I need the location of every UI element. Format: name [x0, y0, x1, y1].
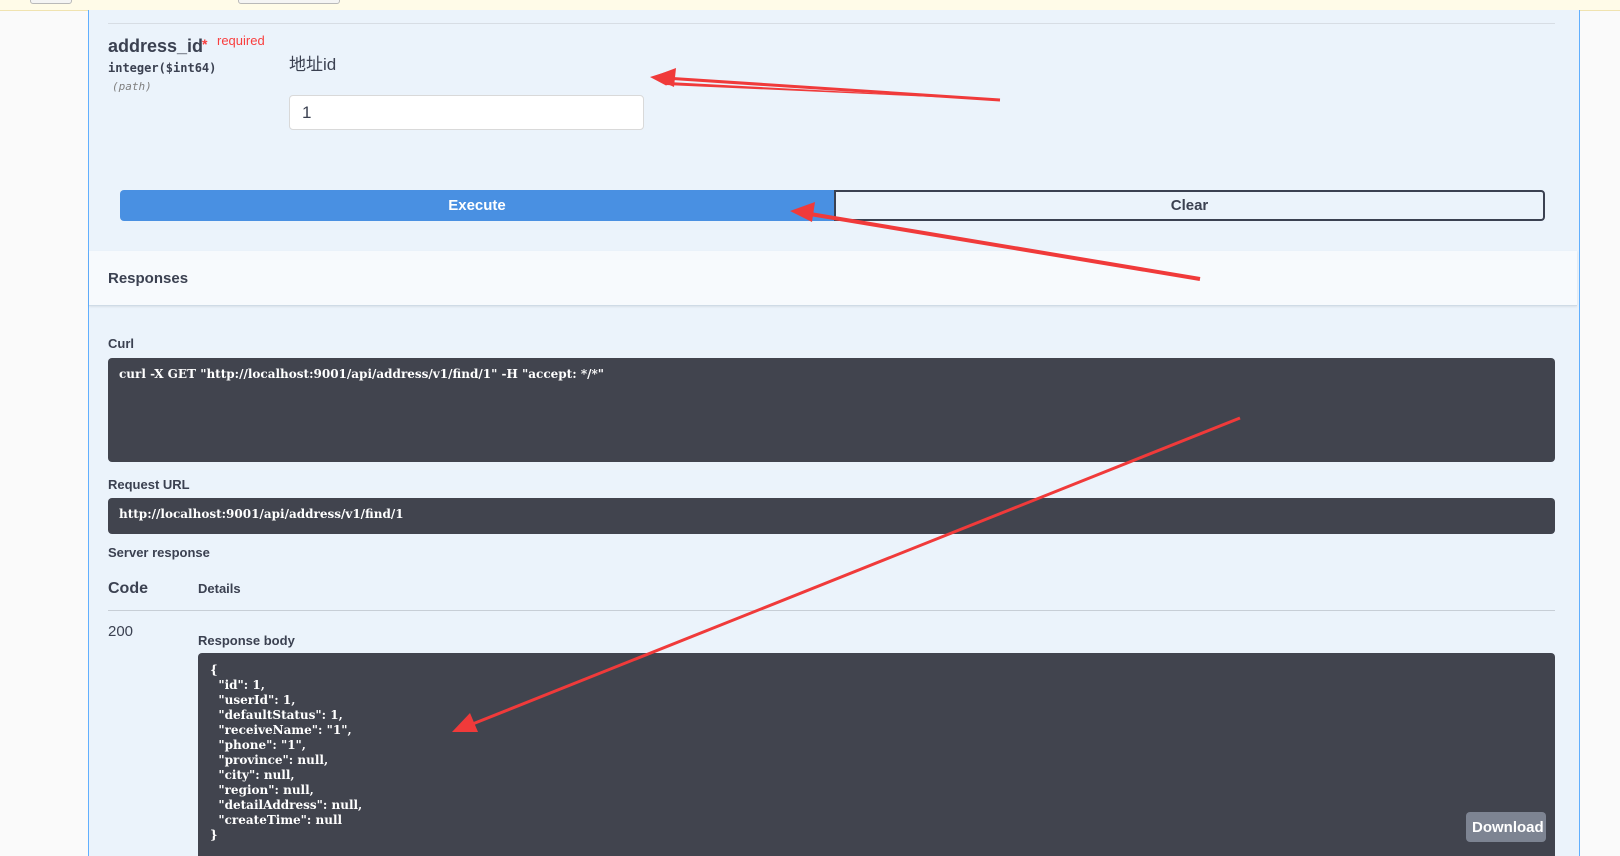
- param-location: (path): [112, 80, 152, 93]
- response-body-box[interactable]: { "id": 1, "userId": 1, "defaultStatus":…: [198, 653, 1555, 856]
- response-body-label: Response body: [198, 633, 295, 648]
- toolbar-button-stub[interactable]: [30, 0, 72, 4]
- curl-label: Curl: [108, 336, 134, 351]
- code-column-header: Code: [108, 580, 148, 597]
- responses-title: Responses: [108, 270, 189, 287]
- required-star: *: [202, 36, 208, 52]
- status-code: 200: [108, 623, 134, 640]
- server-response-label: Server response: [108, 545, 210, 560]
- param-name: address_id: [108, 36, 204, 56]
- download-button[interactable]: Download: [1466, 812, 1546, 842]
- curl-command-box[interactable]: curl -X GET "http://localhost:9001/api/a…: [108, 358, 1555, 462]
- request-url-label: Request URL: [108, 477, 190, 492]
- param-type: integer($int64): [108, 61, 217, 75]
- parameters-divider: [108, 23, 1555, 24]
- address-id-input[interactable]: [289, 95, 644, 130]
- clear-button[interactable]: Clear: [834, 190, 1545, 221]
- required-label: required: [217, 33, 265, 48]
- responses-header: [89, 251, 1577, 306]
- toolbar-button-stub[interactable]: [238, 0, 340, 4]
- details-column-header: Details: [198, 581, 241, 596]
- request-url-box[interactable]: http://localhost:9001/api/address/v1/fin…: [108, 498, 1555, 534]
- param-description: 地址id: [289, 55, 337, 74]
- execute-button[interactable]: Execute: [120, 190, 834, 221]
- response-table-divider: [108, 610, 1555, 611]
